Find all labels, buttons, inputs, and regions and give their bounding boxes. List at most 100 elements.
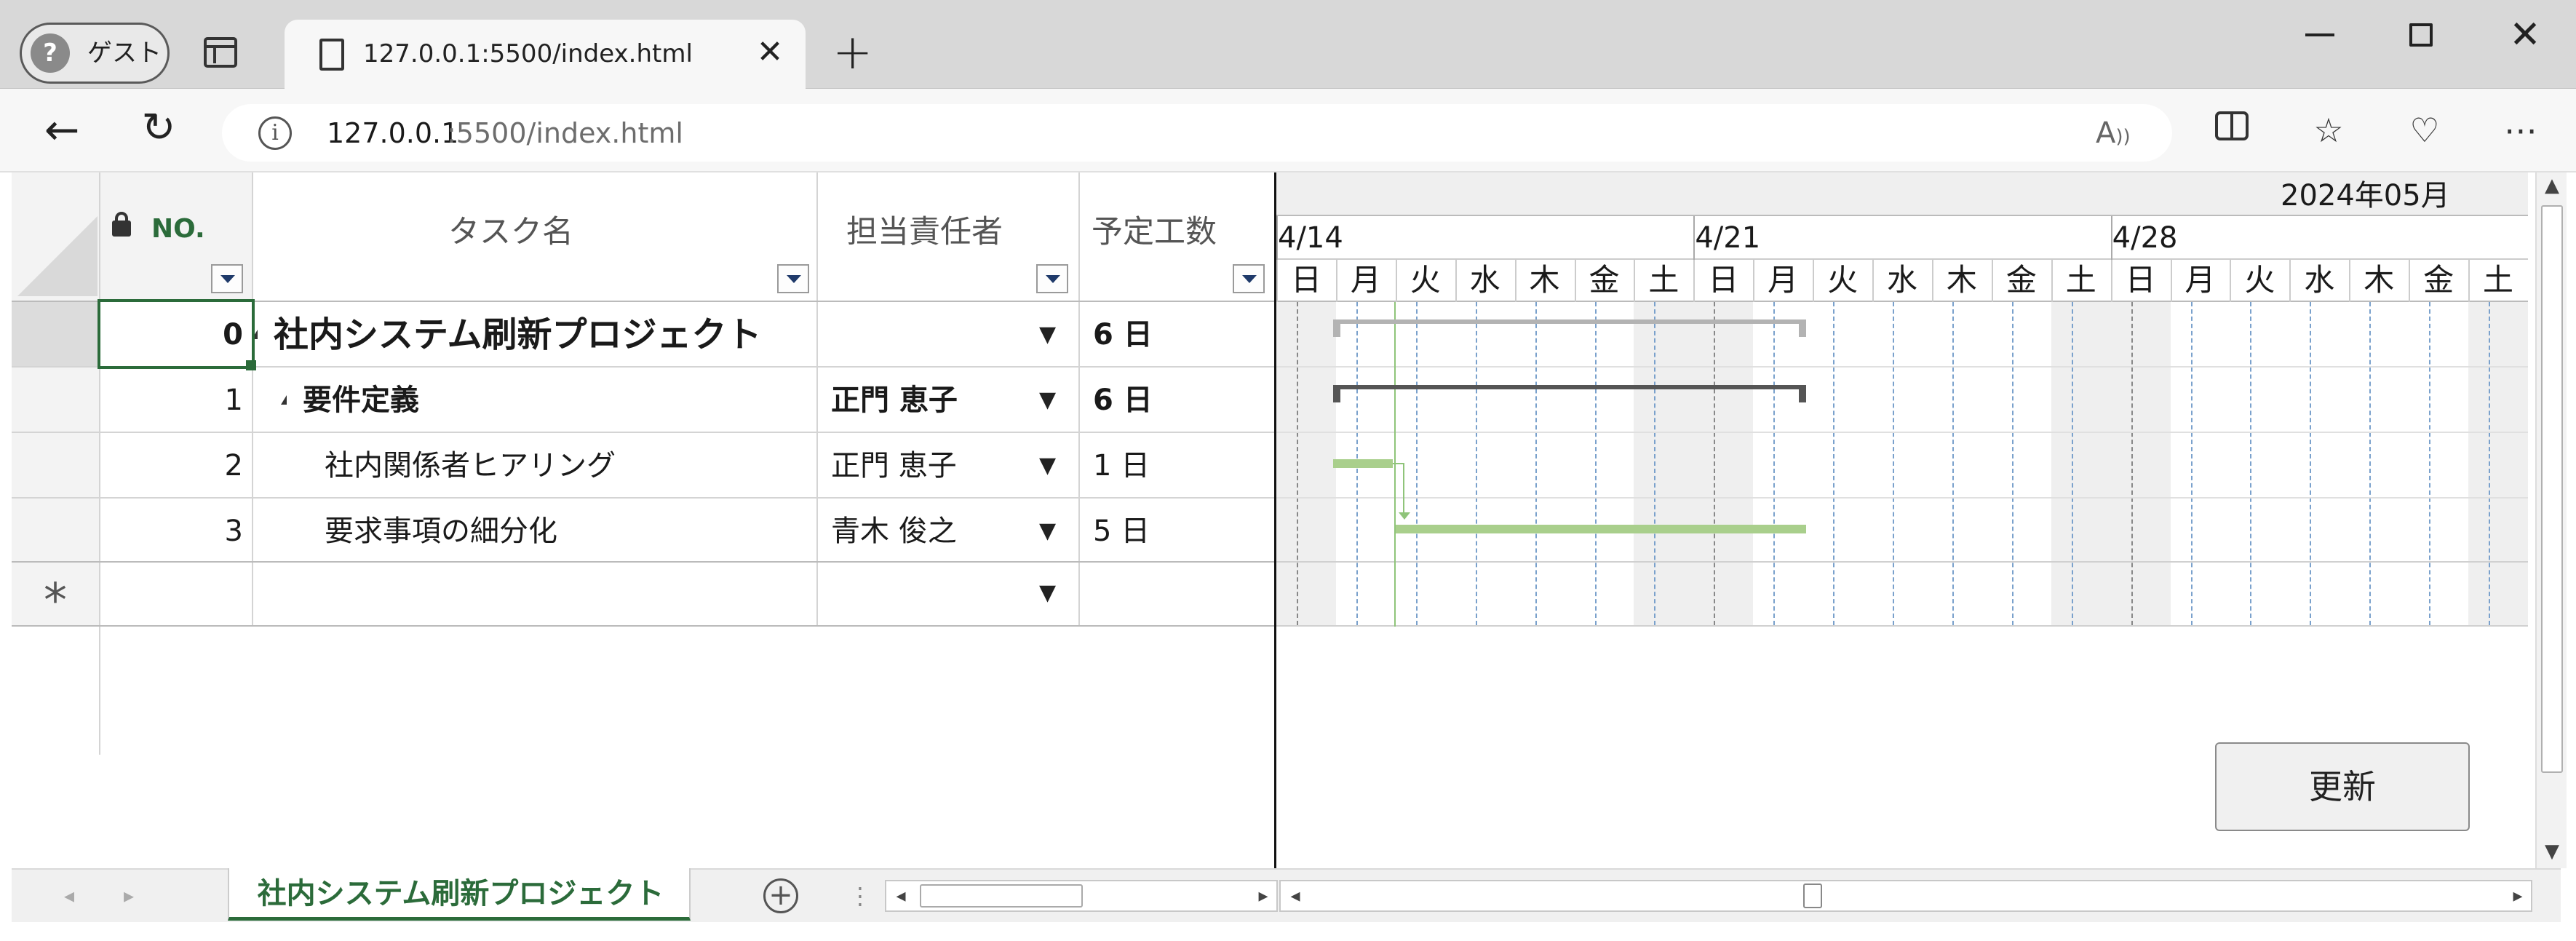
day-label: 月 <box>1768 262 1799 298</box>
day-label: 土 <box>2483 262 2514 298</box>
column-header-no: NO. <box>151 214 205 244</box>
new-row-marker: * <box>44 574 67 628</box>
weekend-shade <box>2051 302 2111 625</box>
gantt-bar-task[interactable] <box>1396 525 1806 533</box>
day-label: 日 <box>1708 262 1739 298</box>
cell-task-name[interactable]: 要求事項の細分化 <box>325 499 812 564</box>
cell-no[interactable]: 2 <box>100 433 243 499</box>
split-icon[interactable] <box>2209 107 2255 154</box>
sheet-next-icon[interactable]: ▸ <box>124 883 134 909</box>
sheet-prev-icon[interactable]: ◂ <box>64 883 74 909</box>
sheet-bar: ◂ ▸ 社内システム刷新プロジェクト + ⋮ ◂ ▸ ◂ ▸ <box>12 868 2561 922</box>
sheet-tab-label: 社内システム刷新プロジェクト <box>257 877 664 910</box>
cell-task-name[interactable]: 要件定義 <box>303 368 812 433</box>
horizontal-scroll-thumb[interactable] <box>920 884 1083 908</box>
day-label: 木 <box>1946 262 1977 298</box>
dropdown-icon[interactable]: ▼ <box>1039 517 1056 546</box>
tab-strip: ? ゲスト 127.0.0.1:5500/index.html ✕ + ✕ <box>0 0 2576 90</box>
cell-task-name[interactable]: 社内関係者ヒアリング <box>325 433 812 499</box>
browser-tab[interactable]: 127.0.0.1:5500/index.html ✕ <box>285 20 806 90</box>
doc-icon <box>319 39 344 71</box>
address-bar[interactable]: i 127.0.0.1 :5500/index.html A)) <box>222 104 2172 162</box>
corner-cell[interactable] <box>12 172 99 302</box>
tab-title: 127.0.0.1:5500/index.html <box>363 39 693 68</box>
day-label: 木 <box>2364 262 2395 298</box>
close-icon[interactable]: ✕ <box>752 34 788 71</box>
day-label: 水 <box>1886 262 1917 298</box>
selected-cell[interactable] <box>98 299 255 369</box>
health-icon[interactable]: ♡ <box>2401 107 2448 154</box>
day-label: 水 <box>1469 262 1500 298</box>
horizontal-scrollbar-gantt[interactable]: ◂ ▸ <box>1279 880 2532 912</box>
cell-assignee[interactable]: 正門 恵子 <box>831 433 1020 499</box>
guest-profile-button[interactable]: ? ゲスト <box>20 23 170 84</box>
day-label: 木 <box>1529 262 1560 298</box>
vertical-scroll-thumb[interactable] <box>2541 205 2563 773</box>
gantt-app: NO. タスク名 担当責任者 予定工数 0 社内システム刷新プロジェクト ▼ 6 日1… <box>12 172 2567 922</box>
horizontal-scroll-thumb[interactable] <box>1803 884 1822 908</box>
question-icon: ? <box>31 33 70 73</box>
vertical-scrollbar[interactable]: ▲ ▼ <box>2535 172 2567 868</box>
row-header-selected[interactable] <box>12 302 99 368</box>
weekend-shade <box>1276 302 1336 625</box>
week-label: 4/28 <box>2112 221 2178 255</box>
filter-icon[interactable] <box>1036 264 1068 293</box>
weekend-shade <box>1693 302 1754 625</box>
dropdown-icon[interactable]: ▼ <box>1039 386 1056 415</box>
splitter-handle-icon[interactable]: ⋮ <box>848 881 872 910</box>
cell-effort[interactable]: 5 日 <box>1093 499 1260 564</box>
read-aloud-icon[interactable]: A)) <box>2096 114 2139 152</box>
dropdown-icon[interactable]: ▼ <box>1039 320 1056 349</box>
week-label: 4/14 <box>1278 221 1343 255</box>
cell-task-name[interactable]: 社内システム刷新プロジェクト <box>274 302 812 368</box>
today-line <box>1394 302 1396 627</box>
reload-icon[interactable]: ↻ <box>137 106 180 150</box>
cell-no[interactable]: 3 <box>100 499 243 564</box>
more-icon[interactable]: ⋯ <box>2497 107 2544 154</box>
info-icon[interactable]: i <box>258 116 292 150</box>
horizontal-scrollbar-grid[interactable]: ◂ ▸ <box>885 880 1278 912</box>
column-header-task: タスク名 <box>448 214 573 250</box>
day-label: 土 <box>1648 262 1679 298</box>
window-close-icon[interactable]: ✕ <box>2503 13 2547 57</box>
favorites-icon[interactable]: ☆ <box>2305 107 2352 154</box>
day-label: 金 <box>1589 262 1620 298</box>
back-icon[interactable]: ← <box>40 108 84 151</box>
cell-assignee[interactable]: 正門 恵子 <box>831 368 1020 433</box>
month-label: 2024年05月 <box>2281 179 2450 213</box>
day-label: 火 <box>1410 262 1441 298</box>
url-path: :5500/index.html <box>447 117 683 149</box>
cell-effort[interactable]: 6 日 <box>1093 368 1260 433</box>
tabs-icon[interactable] <box>204 37 237 68</box>
maximize-icon[interactable] <box>2409 23 2433 47</box>
gantt-bar-group[interactable] <box>1333 385 1806 389</box>
cell-assignee[interactable]: 青木 俊之 <box>831 499 1020 564</box>
column-header-assignee: 担当責任者 <box>846 214 1003 250</box>
day-label: 土 <box>2065 262 2096 298</box>
collapse-icon[interactable] <box>281 395 287 405</box>
cell-no[interactable]: 1 <box>100 368 243 433</box>
column-header-effort: 予定工数 <box>1092 214 1217 250</box>
dropdown-icon[interactable]: ▼ <box>1039 579 1056 608</box>
cell-effort[interactable]: 6 日 <box>1093 302 1260 368</box>
day-label: 月 <box>2185 262 2216 298</box>
day-label: 水 <box>2304 262 2335 298</box>
day-label: 月 <box>1350 262 1381 298</box>
day-label: 金 <box>2423 262 2454 298</box>
filter-icon[interactable] <box>1233 264 1265 293</box>
add-sheet-icon[interactable]: + <box>763 878 798 913</box>
day-label: 日 <box>1290 262 1321 298</box>
filter-icon[interactable] <box>777 264 809 293</box>
cell-effort[interactable]: 1 日 <box>1093 433 1260 499</box>
day-label: 日 <box>2125 262 2156 298</box>
plus-icon[interactable]: + <box>832 28 872 76</box>
sheet-tab[interactable]: 社内システム刷新プロジェクト <box>228 868 691 921</box>
minimize-icon[interactable] <box>2305 33 2334 36</box>
filter-icon[interactable] <box>211 264 243 293</box>
update-button[interactable]: 更新 <box>2215 742 2470 831</box>
gantt-bar-task[interactable] <box>1333 459 1393 468</box>
gantt-bar-summary[interactable] <box>1333 319 1806 324</box>
day-label: 火 <box>1827 262 1859 298</box>
header-no: NO. <box>100 172 252 302</box>
dropdown-icon[interactable]: ▼ <box>1039 451 1056 480</box>
